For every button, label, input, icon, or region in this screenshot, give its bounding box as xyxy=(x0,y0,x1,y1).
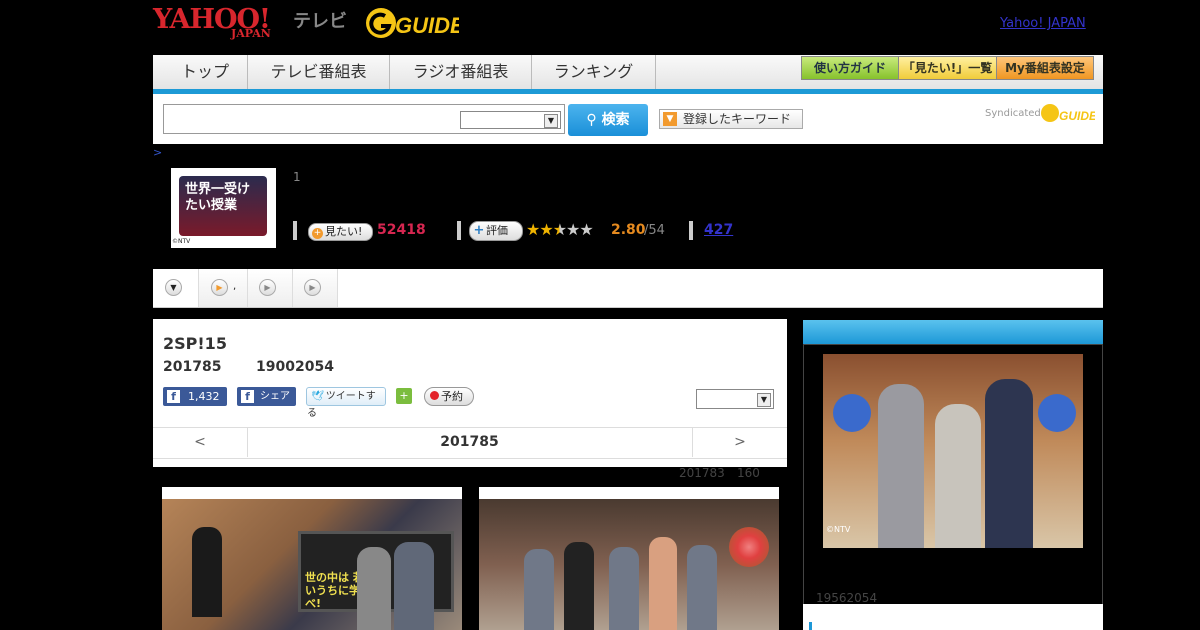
rating-stars: ★★★★★ xyxy=(526,220,594,239)
previous-broadcast-count: 160 xyxy=(737,466,760,480)
tab-top[interactable]: トップ xyxy=(163,55,248,89)
stat-divider xyxy=(689,221,693,240)
sub-tab-3[interactable]: ▶ xyxy=(248,269,293,307)
fb-count: 1,432 xyxy=(188,390,220,403)
right-panel-footer xyxy=(803,604,1103,630)
chevron-down-icon: ▼ xyxy=(663,112,677,126)
stat-divider xyxy=(457,221,461,240)
previous-broadcast-date: 201783 xyxy=(679,466,725,480)
rating-button[interactable]: + 評価 xyxy=(469,221,523,241)
plus-icon: + xyxy=(312,228,323,239)
star-half-icon: ★ xyxy=(552,220,567,239)
tv-logo[interactable]: テレビ xyxy=(293,7,347,33)
tab-ranking[interactable]: ランキング xyxy=(532,55,656,89)
chevron-down-icon: ▼ xyxy=(757,393,771,407)
twitter-bird-icon: 🕊 xyxy=(311,391,324,402)
mitai-count: 52418 xyxy=(377,222,426,238)
keyword-button-label: 登録したキーワード xyxy=(683,112,792,126)
gguide-small-logo: GUIDE xyxy=(1041,104,1095,123)
svg-text:GUIDE: GUIDE xyxy=(395,13,459,38)
share-label: シェア xyxy=(260,391,290,402)
facebook-share-button[interactable]: f シェア xyxy=(237,387,296,406)
current-date-label: 201785 xyxy=(440,434,499,450)
next-date-button[interactable]: > xyxy=(692,427,787,457)
broadcast-date: 201785 xyxy=(163,359,222,375)
mitai-list-button[interactable]: 「見たい!」一覧 xyxy=(898,56,997,80)
yahoo-japan-link[interactable]: Yahoo! JAPAN xyxy=(1000,16,1086,31)
registered-keyword-button[interactable]: ▼ 登録したキーワード xyxy=(659,109,803,129)
tweet-button[interactable]: 🕊 ツイートする xyxy=(306,387,386,419)
search-button-label: 検索 xyxy=(601,112,630,128)
mitai-button[interactable]: + 見たい! xyxy=(308,223,373,241)
star-icon: ★ xyxy=(566,220,580,239)
record-dot-icon xyxy=(430,391,439,400)
episode-title: 2SP!15 xyxy=(163,334,227,353)
prev-date-button[interactable]: < xyxy=(153,427,248,457)
play-icon: ▶ xyxy=(259,279,276,296)
right-panel-header xyxy=(803,320,1103,344)
my-schedule-button[interactable]: My番組表設定 xyxy=(996,56,1094,80)
reserve-label: 予約 xyxy=(441,390,463,403)
syndicated-label: Syndicated xyxy=(985,108,1041,119)
featured-photo[interactable]: ©NTV xyxy=(823,354,1083,548)
play-icon: ▶ xyxy=(211,279,228,296)
gguide-logo[interactable]: GUIDE xyxy=(363,6,459,40)
tab-tv-schedule[interactable]: テレビ番組表 xyxy=(248,55,390,89)
chevron-down-icon: ▼ xyxy=(544,114,558,128)
episode-photo-2[interactable] xyxy=(479,487,779,630)
rating-score: 2.80 xyxy=(611,222,646,238)
thumb-title: 世界一受けたい授業 xyxy=(185,182,251,213)
right-panel-id: 19562054 xyxy=(816,591,878,605)
plus-icon: + xyxy=(473,223,485,238)
broadcast-id: 19002054 xyxy=(256,359,334,375)
facebook-icon: f xyxy=(167,390,180,403)
sub-tab-active[interactable]: ▼ xyxy=(153,269,199,307)
japan-logo: JAPAN xyxy=(231,27,271,40)
sub-tab-2[interactable]: ▶ , xyxy=(199,269,248,307)
sub-tab-4[interactable]: ▶ xyxy=(293,269,338,307)
tab-radio-schedule[interactable]: ラジオ番組表 xyxy=(390,55,532,89)
program-thumbnail: 世界一受けたい授業 ©NTV xyxy=(171,168,276,248)
episode-select[interactable]: ▼ xyxy=(696,389,774,409)
sub-tab-2-label: , xyxy=(233,281,237,292)
thumb-copyright: ©NTV xyxy=(172,238,191,245)
search-category-select[interactable]: ▼ xyxy=(460,111,561,129)
calendar-add-icon[interactable]: + xyxy=(396,388,412,404)
breadcrumb[interactable]: > xyxy=(153,146,162,159)
rating-label: 評価 xyxy=(486,224,508,237)
star-icon: ★ xyxy=(526,220,540,239)
svg-text:GUIDE: GUIDE xyxy=(1059,109,1095,123)
comments-link[interactable]: 427 xyxy=(704,222,733,238)
mitai-label: 見たい! xyxy=(325,225,363,238)
star-icon: ★ xyxy=(539,220,553,239)
stat-divider xyxy=(293,221,297,240)
star-icon: ★ xyxy=(579,220,593,239)
episode-number: 1 xyxy=(293,170,301,184)
facebook-icon: f xyxy=(241,390,254,403)
featured-copyright: ©NTV xyxy=(826,525,851,534)
reserve-button[interactable]: 予約 xyxy=(424,387,474,406)
episode-photo-1[interactable]: 世の中は 若いうちに学べ! xyxy=(162,487,462,630)
play-icon: ▶ xyxy=(304,279,321,296)
search-button[interactable]: ⚲ 検索 xyxy=(568,104,648,136)
chevron-down-icon: ▼ xyxy=(165,279,182,296)
search-icon: ⚲ xyxy=(586,112,597,128)
rating-count: /54 xyxy=(644,223,665,238)
guide-button[interactable]: 使い方ガイド xyxy=(801,56,899,80)
facebook-like-button[interactable]: f 1,432 xyxy=(163,387,227,406)
